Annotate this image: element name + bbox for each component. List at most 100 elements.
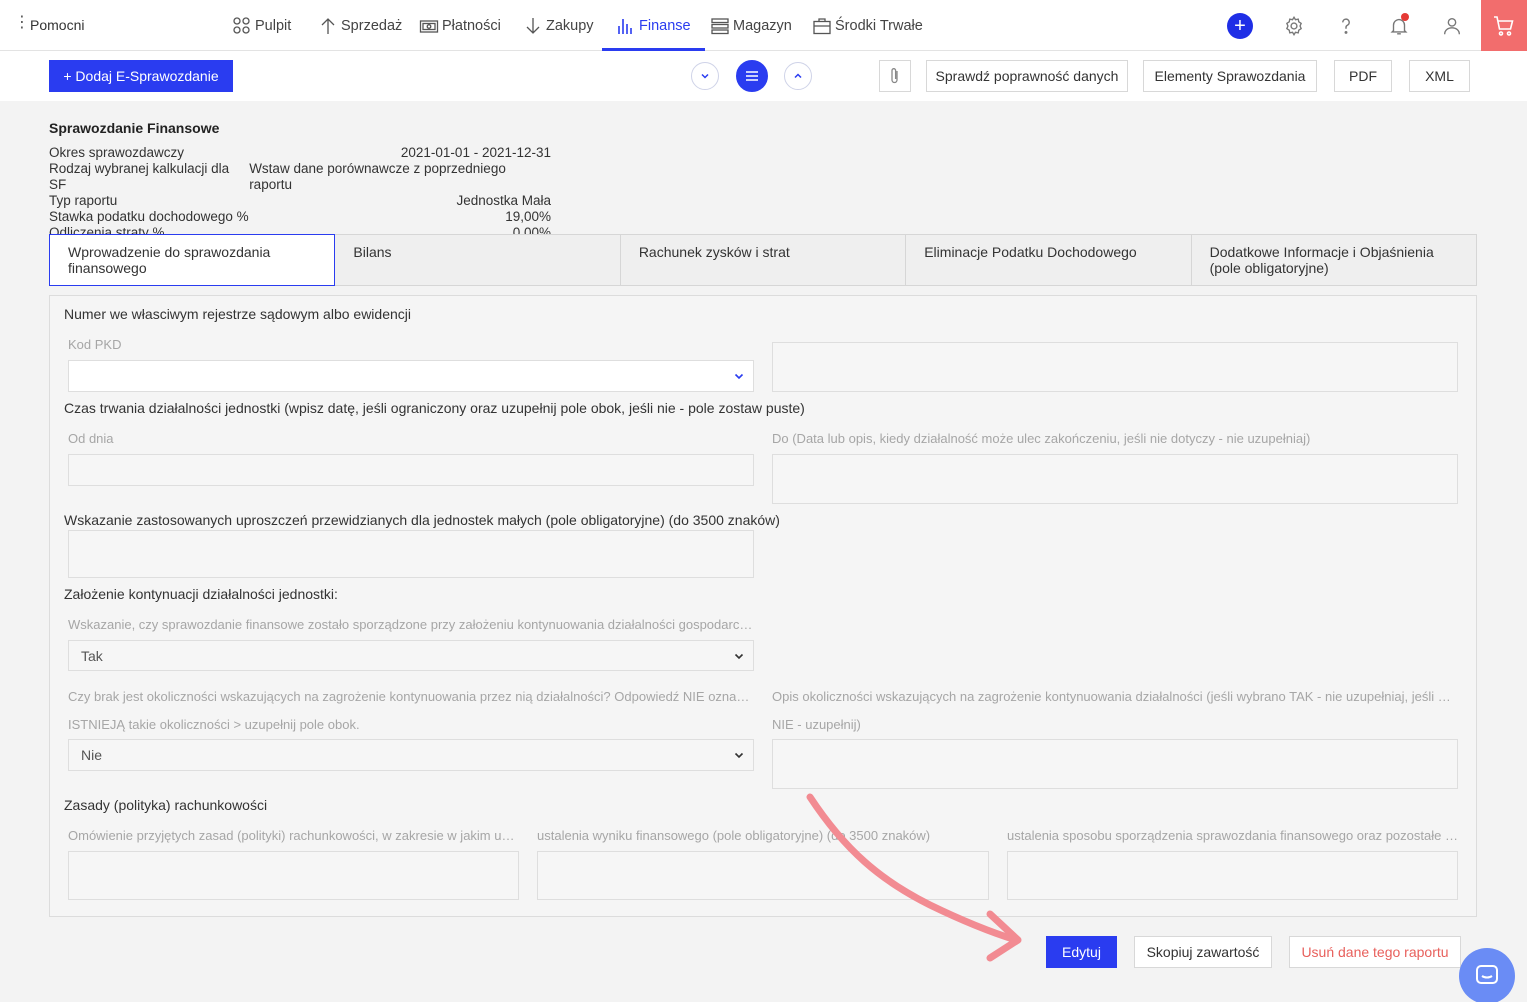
summary-row: Typ raportu Jednostka Mała [49,193,551,209]
cart-button[interactable] [1481,0,1527,51]
policy-col3-textarea[interactable] [1007,851,1458,900]
nav-item-label: Pulpit [255,17,292,34]
threat-description-line1: Opis okoliczności wskazujących na zagroż… [772,689,1458,704]
policy-col1-label: Omówienie przyjętych zasad (polityki) ra… [68,828,519,843]
add-plus-icon[interactable]: + [1227,13,1253,39]
bar-chart-icon [618,18,632,34]
notification-dot [1401,13,1409,21]
gear-icon[interactable] [1281,13,1307,39]
policy-heading: Zasady (polityka) rachunkowości [64,797,268,813]
nav-item-label: Finanse [639,17,691,34]
tab-balance[interactable]: Bilans [335,234,621,286]
nav-item-label: Magazyn [733,17,792,34]
tab-tax-elimination[interactable]: Eliminacje Podatku Dochodowego [906,234,1192,286]
nav-item-label: Środki Trwałe [835,17,923,34]
nav-item-srodki-trwale[interactable]: Środki Trwałe [812,0,923,51]
report-tabs: Wprowadzenie do sprawozdania finansowego… [49,234,1478,286]
arrow-up-icon [321,17,335,34]
pkd-label: Kod PKD [68,337,122,352]
edit-button[interactable]: Edytuj [1046,936,1117,968]
from-date-input[interactable] [68,454,754,486]
registry-heading: Numer we własciwym rejestrze sądowym alb… [64,306,411,322]
bell-icon[interactable] [1386,13,1412,39]
nav-item-platnosci[interactable]: Płatności [419,0,501,51]
continuation-question: Wskazanie, czy sprawozdanie finansowe zo… [68,617,754,632]
nav-item-label: Sprzedaż [341,17,403,34]
summary-value: 2021-01-01 - 2021-12-31 [400,145,551,160]
pdf-button[interactable]: PDF [1334,60,1392,92]
collapse-down-button[interactable] [691,62,719,90]
simplifications-textarea[interactable] [68,530,754,578]
top-navigation: ⋮ Pomocni Pulpit Sprzedaż Płatności Zaku… [0,0,1527,51]
brand-label: Pomocni [30,17,85,33]
summary-label: Rodzaj wybranej kalkulacji dla SF [49,161,230,192]
nav-item-label: Zakupy [546,17,594,34]
policy-col2-label: ustalenia wyniku finansowego (pole oblig… [537,828,931,843]
chevron-down-icon [701,73,709,79]
summary-table: Okres sprawozdawczy 2021-01-01 - 2021-12-… [49,145,551,241]
paperclip-icon [891,68,898,84]
threat-select[interactable]: Nie [68,739,754,771]
summary-row: Rodzaj wybranej kalkulacji dla SF Wstaw d… [49,161,551,193]
menu-dots-icon[interactable]: ⋮ [14,15,30,31]
toolbar: + Dodaj E-Sprawozdanie Sprawdź poprawnoś… [0,51,1527,101]
nav-item-zakupy[interactable]: Zakupy [523,0,594,51]
duration-heading: Czas trwania działalności jednostki (wpi… [64,400,805,416]
chevron-up-icon [794,73,802,79]
report-elements-button[interactable]: Elementy Sprawozdania [1143,60,1317,92]
delete-report-data-button[interactable]: Usuń dane tego raportu [1289,936,1461,968]
collapse-up-button[interactable] [784,62,812,90]
cart-icon [1494,15,1514,36]
nav-item-pulpit[interactable]: Pulpit [232,0,291,51]
from-date-label: Od dnia [68,431,114,446]
summary-label: Okres sprawozdawczy [49,145,185,160]
threat-description-textarea[interactable] [772,739,1458,789]
menu-lines-icon [746,71,758,81]
policy-col3-label: ustalenia sposobu sporządzenia sprawozda… [1007,828,1458,843]
check-data-button[interactable]: Sprawdź poprawność danych [926,60,1128,92]
summary-value: Wstaw dane porównawcze z poprzedniego ra… [249,161,506,192]
user-icon[interactable] [1439,13,1465,39]
summary-value: 19,00% [505,209,551,224]
arrow-down-icon [526,17,540,34]
simplifications-heading: Wskazanie zastosowanych uproszczeń przew… [64,512,780,528]
summary-value: Jednostka Mała [456,193,551,208]
summary-row: Okres sprawozdawczy 2021-01-01 - 2021-12-… [49,145,551,161]
briefcase-icon [813,17,831,34]
threat-select-value: Nie [81,747,103,763]
summary-title: Sprawozdanie Finansowe [49,120,220,136]
chat-icon [1476,965,1498,984]
chevron-down-icon [734,653,744,659]
to-date-input[interactable] [772,454,1458,504]
summary-label: Stawka podatku dochodowego % [49,209,249,224]
cash-icon [419,19,439,33]
to-date-label: Do (Data lub opis, kiedy działalność moż… [772,431,1311,446]
xml-button[interactable]: XML [1409,60,1470,92]
chevron-down-icon [734,752,744,759]
tab-introduction[interactable]: Wprowadzenie do sprawozdania finansowego [49,234,336,286]
chevron-down-icon [734,373,744,380]
chat-button[interactable] [1459,948,1515,1002]
threat-question-line1: Czy brak jest okoliczności wskazujących … [68,689,754,704]
dashboard-icon [233,16,250,34]
nav-item-sprzedaz[interactable]: Sprzedaż [318,0,402,51]
continuation-select[interactable]: Tak [68,640,754,671]
policy-col1-textarea[interactable] [68,851,519,900]
tab-profit-loss[interactable]: Rachunek zysków i strat [620,234,907,286]
pkd-select[interactable] [68,360,754,392]
nav-item-label: Płatności [442,17,501,34]
nav-item-magazyn[interactable]: Magazyn [710,0,792,51]
attachment-button[interactable] [879,60,911,92]
summary-row: Stawka podatku dochodowego % 19,00% [49,209,551,225]
threat-question-line2: ISTNIEJĄ takie okoliczności > uzupełnij … [68,717,360,732]
continuation-select-value: Tak [81,647,103,664]
pkd-description-field[interactable] [772,342,1458,392]
introduction-form: Numer we własciwym rejestrze sądowym alb… [49,295,1477,917]
list-view-button[interactable] [736,60,768,92]
tab-additional-info[interactable]: Dodatkowe Informacje i Objaśnienia (pole… [1191,234,1478,286]
copy-content-button[interactable]: Skopiuj zawartość [1134,936,1272,968]
policy-col2-textarea[interactable] [537,851,989,900]
nav-item-finanse[interactable]: Finanse [602,0,705,51]
add-e-report-button[interactable]: + Dodaj E-Sprawozdanie [49,60,233,92]
help-icon[interactable] [1333,13,1359,39]
